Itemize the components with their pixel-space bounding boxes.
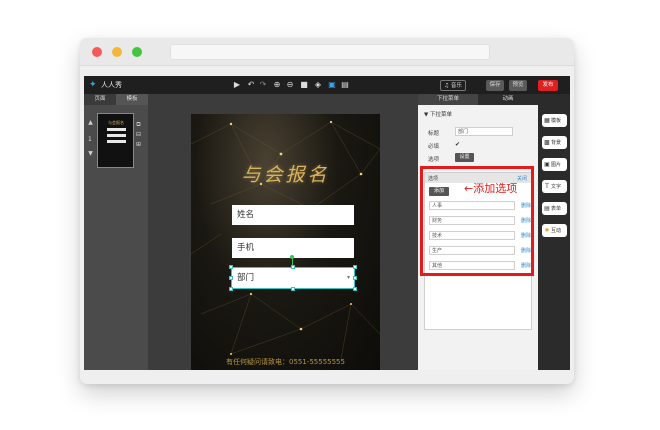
- resize-handle[interactable]: [229, 287, 233, 291]
- interaction-icon: ✸: [544, 227, 550, 234]
- copy-page-icon[interactable]: ⧉: [135, 121, 142, 128]
- save-button[interactable]: 保存: [486, 80, 504, 91]
- image-icon[interactable]: ▣: [327, 80, 337, 90]
- properties-panel: 下拉菜单 动画 ▼ 下拉菜单 标题 部门 必填 ✔ 选项 设置 选项 关闭 添加…: [418, 94, 538, 370]
- contact-footer: 有任何疑问请致电：0551-55555555: [226, 358, 345, 366]
- preview-button[interactable]: 预览: [509, 80, 527, 91]
- template-button-label: 模板: [551, 118, 562, 124]
- move-up-icon[interactable]: ▲: [87, 119, 94, 126]
- options-label: 选项: [428, 157, 440, 163]
- rotate-handle[interactable]: [290, 255, 294, 259]
- text-icon: T: [545, 183, 549, 190]
- resize-handle[interactable]: [353, 265, 357, 269]
- background-button-label: 背景: [551, 140, 562, 146]
- phone-canvas[interactable]: 与会报名 姓名 手机 部门 ▾ 有任何疑问请致电：0551-55555555: [191, 114, 380, 370]
- background-icon: ▩: [544, 139, 550, 146]
- properties-tabs: 下拉菜单 动画: [418, 94, 538, 105]
- component-toolbar: ▦模板 ▩背景 ▣图片 T 文字 ▤表单 ✸互动: [538, 94, 570, 370]
- undo-icon[interactable]: ↶: [246, 80, 256, 90]
- minimize-dot[interactable]: [112, 47, 122, 57]
- editor-app: ✦ 人人秀 ▶ ↶ ↷ ⊕ ⊖ ■ ◈ ▣ ▤ ♫ 音乐 保存 预览 发布 页面…: [84, 76, 570, 370]
- address-bar[interactable]: [170, 44, 490, 60]
- thumbnail-field: [107, 134, 126, 137]
- logo-icon: ✦: [89, 79, 97, 90]
- thumbnail-field: [107, 140, 126, 143]
- section-header[interactable]: ▼ 下拉菜单: [424, 110, 452, 118]
- title-input[interactable]: 部门: [455, 127, 513, 136]
- template-icon: ▦: [544, 117, 550, 124]
- resize-handle[interactable]: [291, 287, 295, 291]
- resize-handle[interactable]: [353, 287, 357, 291]
- tab-dropdown[interactable]: 下拉菜单: [418, 94, 478, 105]
- tab-animation[interactable]: 动画: [478, 94, 538, 105]
- page-thumbnail[interactable]: 与会报名: [97, 113, 134, 168]
- event-title: 与会报名: [241, 164, 330, 186]
- text-button-label: 文字: [551, 184, 562, 190]
- required-checkbox[interactable]: ✔: [455, 141, 460, 148]
- publish-button[interactable]: 发布: [538, 80, 558, 91]
- options-settings-button[interactable]: 设置: [455, 153, 474, 162]
- align-icon[interactable]: ▤: [340, 80, 350, 90]
- interaction-button-label: 互动: [551, 228, 562, 234]
- window-titlebar: [80, 38, 574, 66]
- text-button[interactable]: T 文字: [542, 180, 567, 193]
- canvas-area: 与会报名 姓名 手机 部门 ▾ 有任何疑问请致电：0551-55555555: [148, 94, 418, 370]
- page-number: 1: [88, 136, 92, 143]
- interaction-button[interactable]: ✸互动: [542, 224, 567, 237]
- title-label: 标题: [428, 131, 440, 137]
- background-button[interactable]: ▩背景: [542, 136, 567, 149]
- play-icon[interactable]: ▶: [232, 80, 242, 90]
- zoom-in-icon[interactable]: ⊕: [272, 80, 282, 90]
- image-button-label: 图片: [551, 162, 562, 168]
- delete-page-icon[interactable]: ⊟: [135, 131, 142, 138]
- form-button[interactable]: ▤表单: [542, 202, 567, 215]
- tab-templates[interactable]: 模板: [116, 94, 148, 105]
- required-label: 必填: [428, 144, 440, 150]
- picture-icon: ▣: [544, 161, 550, 168]
- form-icon: ▤: [544, 205, 550, 212]
- music-button[interactable]: ♫ 音乐: [440, 80, 466, 91]
- name-field[interactable]: 姓名: [232, 205, 354, 225]
- thumbnail-title: 与会报名: [108, 120, 124, 125]
- image-button[interactable]: ▣图片: [542, 158, 567, 171]
- thumbnail-field: [107, 128, 126, 131]
- resize-handle[interactable]: [229, 276, 233, 280]
- browser-window: ✦ 人人秀 ▶ ↶ ↷ ⊕ ⊖ ■ ◈ ▣ ▤ ♫ 音乐 保存 预览 发布 页面…: [80, 38, 574, 384]
- grid-icon[interactable]: ■: [299, 80, 309, 90]
- app-name: 人人秀: [101, 81, 122, 89]
- editor-toolbar: ✦ 人人秀 ▶ ↶ ↷ ⊕ ⊖ ■ ◈ ▣ ▤ ♫ 音乐 保存 预览 发布: [84, 76, 570, 94]
- move-down-icon[interactable]: ▼: [87, 150, 94, 157]
- maximize-dot[interactable]: [132, 47, 142, 57]
- add-page-icon[interactable]: ⊞: [135, 141, 142, 148]
- resize-handle[interactable]: [291, 265, 295, 269]
- tab-pages[interactable]: 页面: [84, 94, 116, 105]
- app-logo: ✦ 人人秀: [89, 79, 122, 91]
- pages-panel: 页面 模板 ▲ 1 ▼ 与会报名 ⧉ ⊟ ⊞: [84, 94, 148, 370]
- layers-icon[interactable]: ◈: [313, 80, 323, 90]
- selection-outline: [231, 267, 355, 289]
- close-dot[interactable]: [92, 47, 102, 57]
- resize-handle[interactable]: [229, 265, 233, 269]
- redo-icon[interactable]: ↷: [258, 80, 268, 90]
- resize-handle[interactable]: [353, 276, 357, 280]
- form-button-label: 表单: [551, 206, 562, 212]
- template-button[interactable]: ▦模板: [542, 114, 567, 127]
- zoom-out-icon[interactable]: ⊖: [285, 80, 295, 90]
- add-option-annotation: ←添加选项: [464, 182, 518, 195]
